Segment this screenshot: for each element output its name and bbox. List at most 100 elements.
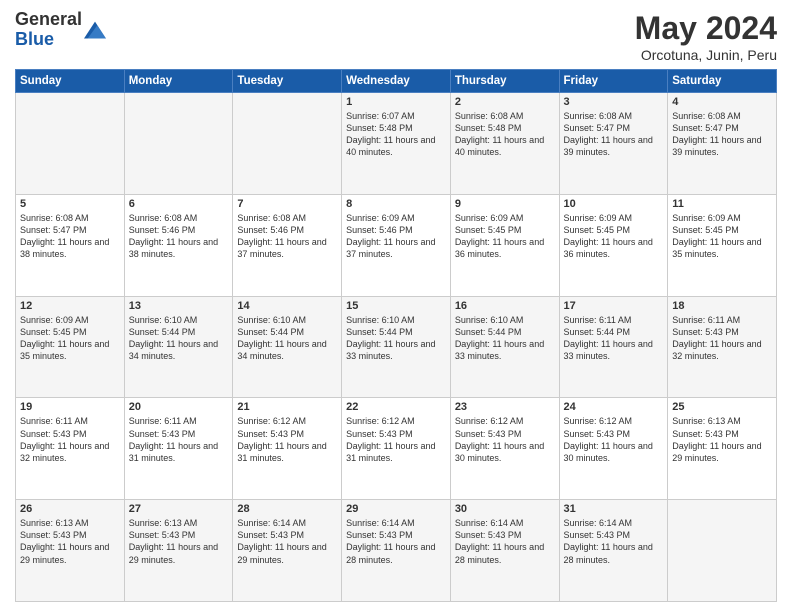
day-number: 4 (672, 96, 772, 108)
day-number: 8 (346, 198, 446, 210)
day-number: 16 (455, 300, 555, 312)
day-cell: 22Sunrise: 6:12 AM Sunset: 5:43 PM Dayli… (342, 398, 451, 500)
day-number: 23 (455, 401, 555, 413)
day-info: Sunrise: 6:13 AM Sunset: 5:43 PM Dayligh… (20, 517, 120, 566)
day-cell: 10Sunrise: 6:09 AM Sunset: 5:45 PM Dayli… (559, 194, 668, 296)
day-number: 18 (672, 300, 772, 312)
day-cell: 2Sunrise: 6:08 AM Sunset: 5:48 PM Daylig… (450, 93, 559, 195)
logo: General Blue (15, 10, 106, 50)
week-row-1: 1 Sunrise: 6:07 AM Sunset: 5:48 PM Daylig… (16, 93, 777, 195)
logo-icon (84, 18, 106, 40)
header-thursday: Thursday (450, 70, 559, 93)
day-cell: 27Sunrise: 6:13 AM Sunset: 5:43 PM Dayli… (124, 500, 233, 602)
day-number: 1 (346, 96, 446, 108)
day-info: Sunrise: 6:11 AM Sunset: 5:43 PM Dayligh… (672, 314, 772, 363)
day-info: Sunrise: 6:12 AM Sunset: 5:43 PM Dayligh… (237, 415, 337, 464)
day-info: Sunrise: 6:14 AM Sunset: 5:43 PM Dayligh… (346, 517, 446, 566)
day-number: 12 (20, 300, 120, 312)
day-number: 30 (455, 503, 555, 515)
day-cell: 24 Sunrise: 6:12 AM Sunset: 5:43 PM Dayli… (559, 398, 668, 500)
day-info: Sunrise: 6:11 AM Sunset: 5:43 PM Dayligh… (129, 415, 229, 464)
day-info: Sunrise: 6:14 AM Sunset: 5:43 PM Dayligh… (237, 517, 337, 566)
day-number: 26 (20, 503, 120, 515)
day-cell: 9Sunrise: 6:09 AM Sunset: 5:45 PM Daylig… (450, 194, 559, 296)
day-number: 22 (346, 401, 446, 413)
day-number: 24 (564, 401, 664, 413)
logo-blue: Blue (15, 30, 82, 50)
day-number: 5 (20, 198, 120, 210)
day-cell: 13 Sunrise: 6:10 AM Sunset: 5:44 PM Dayli… (124, 296, 233, 398)
title-block: May 2024 Orcotuna, Junin, Peru (635, 10, 777, 63)
day-info: Sunrise: 6:11 AM Sunset: 5:44 PM Dayligh… (564, 314, 664, 363)
day-number: 13 (129, 300, 229, 312)
day-number: 17 (564, 300, 664, 312)
week-row-3: 12 Sunrise: 6:09 AM Sunset: 5:45 PM Dayli… (16, 296, 777, 398)
day-cell: 16 Sunrise: 6:10 AM Sunset: 5:44 PM Dayli… (450, 296, 559, 398)
day-number: 7 (237, 198, 337, 210)
day-cell: 29 Sunrise: 6:14 AM Sunset: 5:43 PM Dayli… (342, 500, 451, 602)
day-number: 11 (672, 198, 772, 210)
day-cell: 21 Sunrise: 6:12 AM Sunset: 5:43 PM Dayli… (233, 398, 342, 500)
logo-general: General (15, 10, 82, 30)
header-wednesday: Wednesday (342, 70, 451, 93)
day-number: 21 (237, 401, 337, 413)
header-sunday: Sunday (16, 70, 125, 93)
day-info: Sunrise: 6:12 AM Sunset: 5:43 PM Dayligh… (564, 415, 664, 464)
day-cell (668, 500, 777, 602)
header-monday: Monday (124, 70, 233, 93)
header-saturday: Saturday (668, 70, 777, 93)
day-cell: 12 Sunrise: 6:09 AM Sunset: 5:45 PM Dayli… (16, 296, 125, 398)
day-cell (233, 93, 342, 195)
day-info: Sunrise: 6:08 AM Sunset: 5:47 PM Dayligh… (672, 110, 772, 159)
location: Orcotuna, Junin, Peru (635, 47, 777, 63)
day-number: 2 (455, 96, 555, 108)
day-cell: 18 Sunrise: 6:11 AM Sunset: 5:43 PM Dayli… (668, 296, 777, 398)
day-info: Sunrise: 6:14 AM Sunset: 5:43 PM Dayligh… (564, 517, 664, 566)
day-info: Sunrise: 6:09 AM Sunset: 5:45 PM Dayligh… (672, 212, 772, 261)
day-number: 29 (346, 503, 446, 515)
header: General Blue May 2024 Orcotuna, Junin, P… (15, 10, 777, 63)
header-row: SundayMondayTuesdayWednesdayThursdayFrid… (16, 70, 777, 93)
day-number: 10 (564, 198, 664, 210)
page: General Blue May 2024 Orcotuna, Junin, P… (0, 0, 792, 612)
week-row-4: 19 Sunrise: 6:11 AM Sunset: 5:43 PM Dayli… (16, 398, 777, 500)
day-info: Sunrise: 6:09 AM Sunset: 5:45 PM Dayligh… (20, 314, 120, 363)
day-number: 9 (455, 198, 555, 210)
day-info: Sunrise: 6:12 AM Sunset: 5:43 PM Dayligh… (455, 415, 555, 464)
day-cell: 14Sunrise: 6:10 AM Sunset: 5:44 PM Dayli… (233, 296, 342, 398)
day-info: Sunrise: 6:10 AM Sunset: 5:44 PM Dayligh… (346, 314, 446, 363)
day-info: Sunrise: 6:08 AM Sunset: 5:47 PM Dayligh… (20, 212, 120, 261)
week-row-5: 26 Sunrise: 6:13 AM Sunset: 5:43 PM Dayli… (16, 500, 777, 602)
day-info: Sunrise: 6:08 AM Sunset: 5:46 PM Dayligh… (129, 212, 229, 261)
day-number: 28 (237, 503, 337, 515)
day-cell: 7 Sunrise: 6:08 AM Sunset: 5:46 PM Daylig… (233, 194, 342, 296)
day-cell: 30 Sunrise: 6:14 AM Sunset: 5:43 PM Dayli… (450, 500, 559, 602)
day-info: Sunrise: 6:08 AM Sunset: 5:46 PM Dayligh… (237, 212, 337, 261)
day-number: 3 (564, 96, 664, 108)
day-number: 20 (129, 401, 229, 413)
day-number: 31 (564, 503, 664, 515)
header-friday: Friday (559, 70, 668, 93)
day-info: Sunrise: 6:13 AM Sunset: 5:43 PM Dayligh… (129, 517, 229, 566)
day-cell: 28 Sunrise: 6:14 AM Sunset: 5:43 PM Dayli… (233, 500, 342, 602)
day-cell (16, 93, 125, 195)
day-info: Sunrise: 6:08 AM Sunset: 5:47 PM Dayligh… (564, 110, 664, 159)
day-cell (124, 93, 233, 195)
day-cell: 3 Sunrise: 6:08 AM Sunset: 5:47 PM Daylig… (559, 93, 668, 195)
day-info: Sunrise: 6:10 AM Sunset: 5:44 PM Dayligh… (455, 314, 555, 363)
day-number: 19 (20, 401, 120, 413)
day-cell: 4 Sunrise: 6:08 AM Sunset: 5:47 PM Daylig… (668, 93, 777, 195)
day-cell: 26 Sunrise: 6:13 AM Sunset: 5:43 PM Dayli… (16, 500, 125, 602)
day-info: Sunrise: 6:07 AM Sunset: 5:48 PM Dayligh… (346, 110, 446, 159)
day-cell: 15Sunrise: 6:10 AM Sunset: 5:44 PM Dayli… (342, 296, 451, 398)
day-cell: 20 Sunrise: 6:11 AM Sunset: 5:43 PM Dayli… (124, 398, 233, 500)
day-info: Sunrise: 6:14 AM Sunset: 5:43 PM Dayligh… (455, 517, 555, 566)
day-info: Sunrise: 6:10 AM Sunset: 5:44 PM Dayligh… (129, 314, 229, 363)
day-cell: 19 Sunrise: 6:11 AM Sunset: 5:43 PM Dayli… (16, 398, 125, 500)
day-cell: 11 Sunrise: 6:09 AM Sunset: 5:45 PM Dayli… (668, 194, 777, 296)
day-cell: 1 Sunrise: 6:07 AM Sunset: 5:48 PM Daylig… (342, 93, 451, 195)
day-info: Sunrise: 6:11 AM Sunset: 5:43 PM Dayligh… (20, 415, 120, 464)
day-info: Sunrise: 6:10 AM Sunset: 5:44 PM Dayligh… (237, 314, 337, 363)
day-cell: 25Sunrise: 6:13 AM Sunset: 5:43 PM Dayli… (668, 398, 777, 500)
day-info: Sunrise: 6:09 AM Sunset: 5:46 PM Dayligh… (346, 212, 446, 261)
